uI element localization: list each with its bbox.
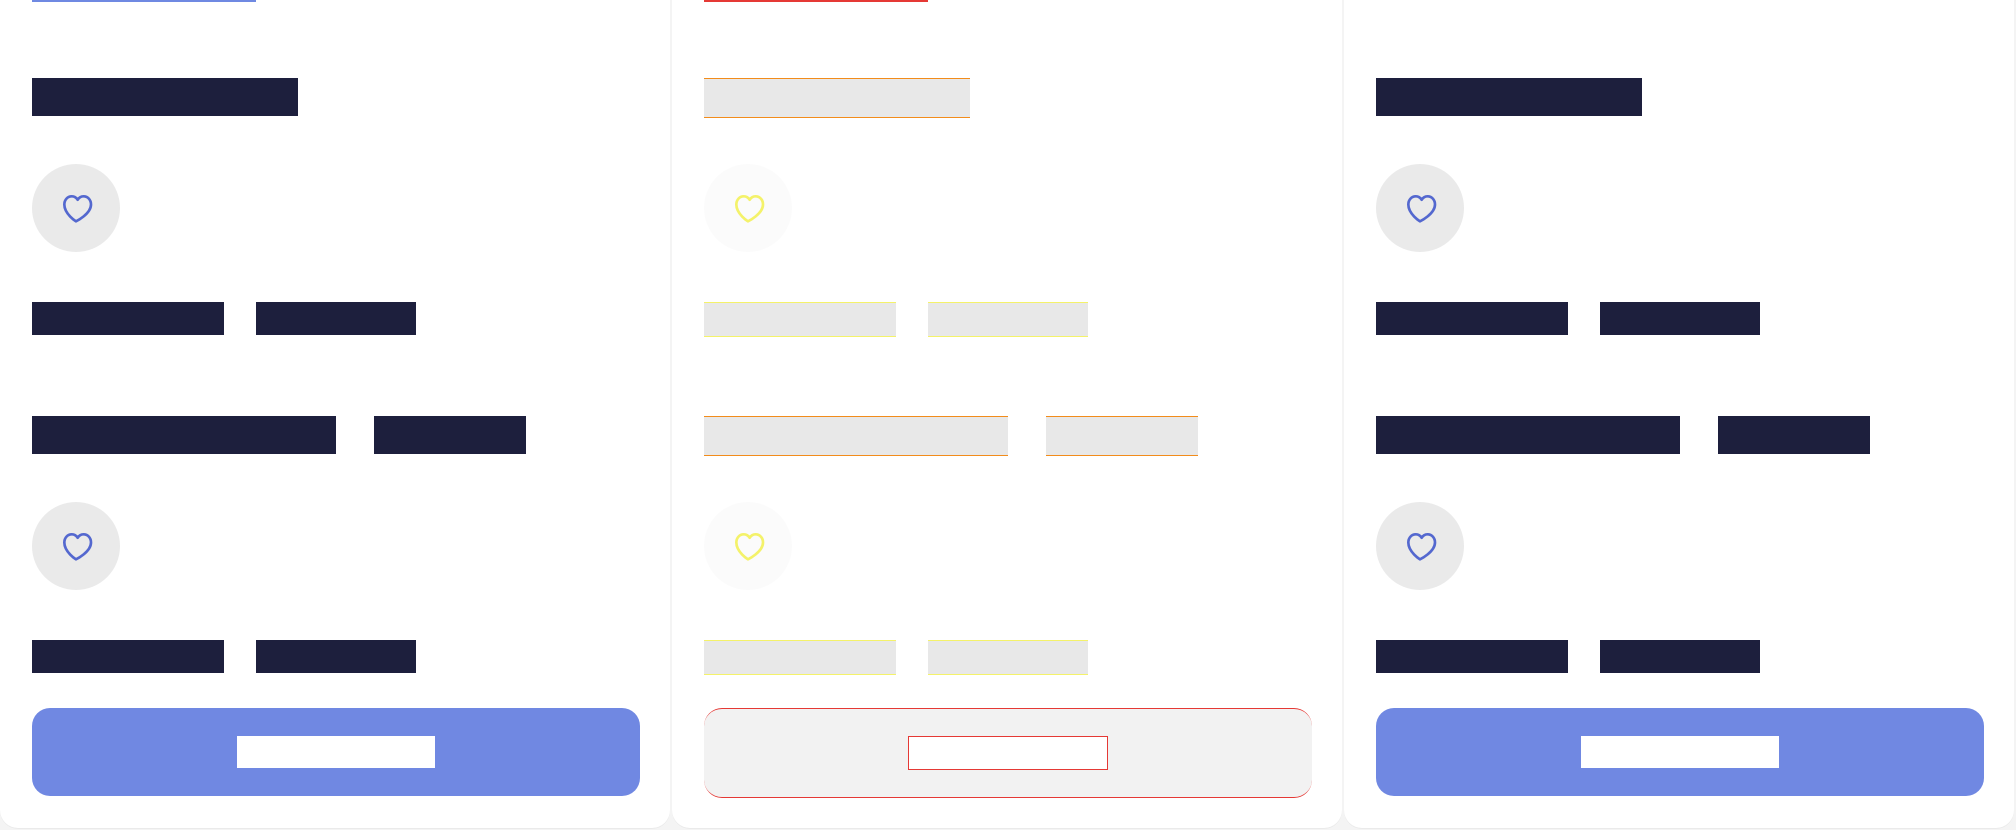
meta-placeholder-1 (32, 302, 224, 335)
primary-action-label-placeholder (237, 736, 435, 768)
heart-icon (1407, 533, 1437, 561)
card-top-strip (704, 0, 928, 2)
primary-action-label-placeholder (908, 736, 1108, 770)
row-placeholder-2 (1718, 416, 1870, 454)
primary-action-button[interactable] (32, 708, 640, 796)
primary-action-button[interactable] (704, 708, 1312, 798)
favorite-button[interactable] (32, 502, 120, 590)
card-title-placeholder (704, 78, 970, 118)
meta-placeholder-2 (1600, 302, 1760, 335)
meta-placeholder-1 (1376, 302, 1568, 335)
product-card-3 (1344, 0, 2014, 828)
meta-placeholder-3 (32, 640, 224, 673)
primary-action-label-placeholder (1581, 736, 1779, 768)
heart-icon (62, 195, 93, 223)
card-top-strip (32, 0, 256, 2)
favorite-button[interactable] (704, 164, 792, 252)
meta-placeholder-4 (928, 640, 1088, 675)
row-placeholder-1 (1376, 416, 1680, 454)
product-card-2-skeleton (672, 0, 1342, 828)
row-placeholder-1 (32, 416, 336, 454)
primary-action-button[interactable] (1376, 708, 1984, 796)
meta-placeholder-3 (1376, 640, 1568, 673)
heart-icon (735, 533, 765, 561)
meta-placeholder-4 (1600, 640, 1760, 673)
meta-placeholder-2 (928, 302, 1088, 337)
meta-placeholder-1 (704, 302, 896, 337)
row-placeholder-2 (374, 416, 526, 454)
favorite-button[interactable] (1376, 164, 1464, 252)
card-title-placeholder (1376, 78, 1642, 116)
row-placeholder-1 (704, 416, 1008, 456)
card-title-placeholder (32, 78, 298, 116)
favorite-button[interactable] (32, 164, 120, 252)
row-placeholder-2 (1046, 416, 1198, 456)
product-card-1 (0, 0, 670, 828)
favorite-button[interactable] (704, 502, 792, 590)
heart-icon (62, 533, 93, 561)
meta-placeholder-3 (704, 640, 896, 675)
heart-icon (1407, 195, 1437, 223)
meta-placeholder-2 (256, 302, 416, 335)
meta-placeholder-4 (256, 640, 416, 673)
favorite-button[interactable] (1376, 502, 1464, 590)
heart-icon (735, 195, 765, 223)
